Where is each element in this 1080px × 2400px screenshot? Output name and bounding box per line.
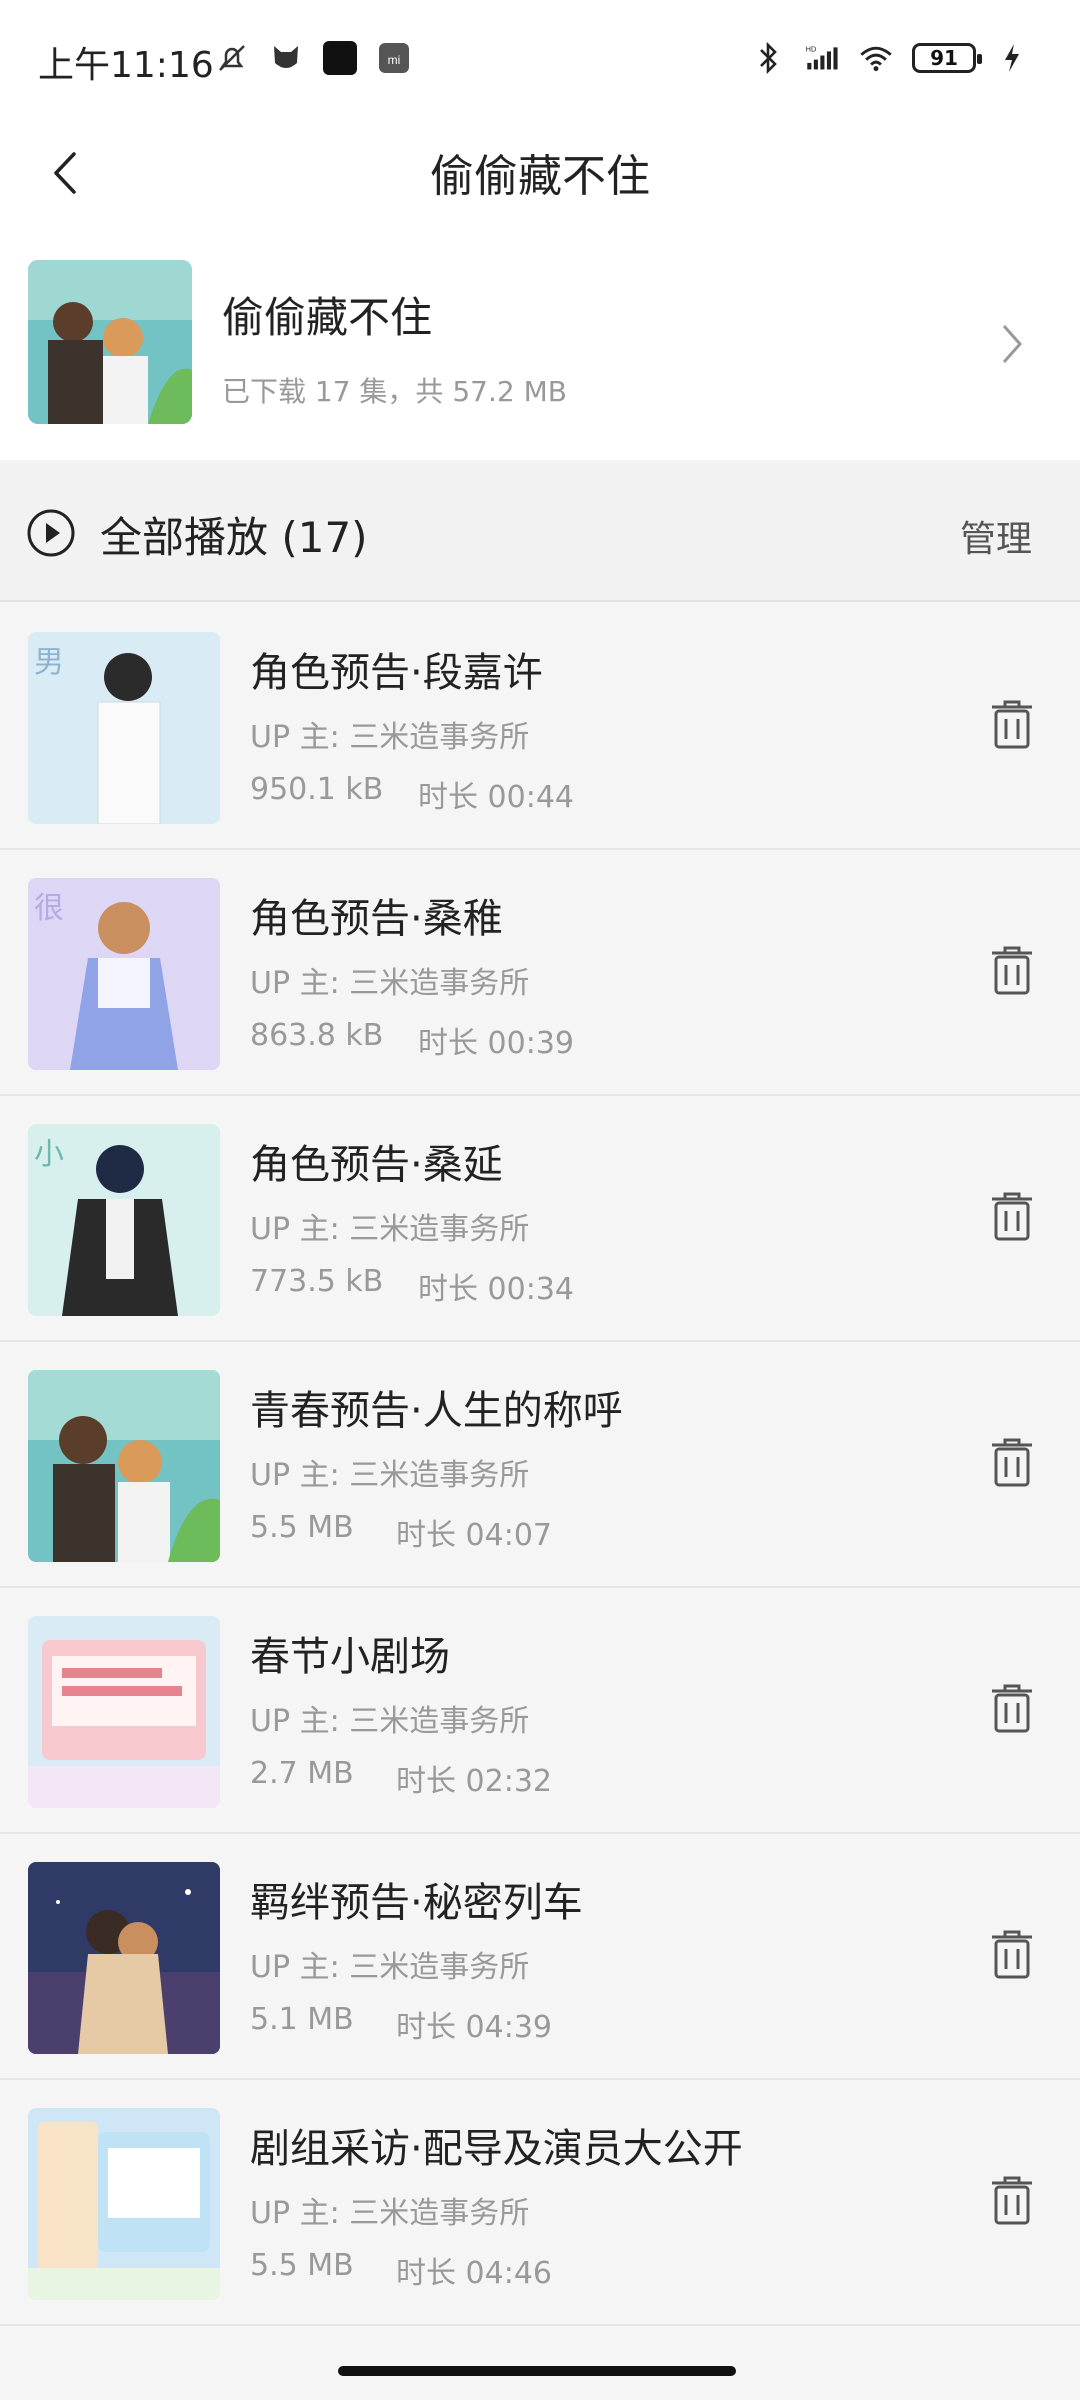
signal-icon: HD xyxy=(804,40,840,76)
episode-uploader: UP 主: 三米造事务所 xyxy=(250,1950,530,1985)
status-icons-right: HD 91 xyxy=(750,40,1030,76)
episode-title: 角色预告·桑稚 xyxy=(250,896,503,942)
play-all-button[interactable]: 全部播放 (17) xyxy=(100,504,368,565)
trash-icon[interactable] xyxy=(982,1676,1042,1740)
episode-uploader: UP 主: 三米造事务所 xyxy=(250,966,530,1001)
trash-icon[interactable] xyxy=(982,1430,1042,1494)
home-indicator[interactable] xyxy=(338,2366,736,2376)
episode-thumbnail: 男 xyxy=(28,632,220,824)
episode-size: 5.5 MB xyxy=(250,1510,354,1545)
status-bar: 上午11:16 mi HD 91 xyxy=(0,0,1080,120)
page-title: 偷偷藏不住 xyxy=(430,151,650,202)
episode-title: 羁绊预告·秘密列车 xyxy=(250,1880,583,1926)
episode-size: 863.8 kB xyxy=(250,1018,384,1053)
album-card[interactable]: 偷偷藏不住 已下载 17 集，共 57.2 MB xyxy=(0,230,1080,460)
wifi-icon xyxy=(858,40,894,76)
episode-title: 剧组采访·配导及演员大公开 xyxy=(250,2126,743,2172)
cat-app-icon xyxy=(268,40,304,76)
trash-icon[interactable] xyxy=(982,1922,1042,1986)
svg-text:男: 男 xyxy=(34,645,64,680)
app-square-icon xyxy=(322,40,358,76)
svg-text:小: 小 xyxy=(34,1137,64,1172)
battery-level: 91 xyxy=(930,46,958,70)
album-title: 偷偷藏不住 xyxy=(222,293,433,342)
status-time: 上午11:16 xyxy=(38,45,214,86)
episode-uploader: UP 主: 三米造事务所 xyxy=(250,2196,530,2231)
episode-size: 773.5 kB xyxy=(250,1264,384,1299)
chevron-right-icon xyxy=(992,314,1032,374)
episode-uploader: UP 主: 三米造事务所 xyxy=(250,1458,530,1493)
episode-duration: 时长 04:46 xyxy=(396,2256,552,2291)
trash-icon[interactable] xyxy=(982,692,1042,756)
episode-thumbnail: 小 xyxy=(28,1124,220,1316)
episode-title: 春节小剧场 xyxy=(250,1634,450,1680)
episode-list: 男 角色预告·段嘉许 UP 主: 三米造事务所 950.1 kB 时长 00:4… xyxy=(0,604,1080,2326)
status-icons-left: mi xyxy=(214,40,412,76)
episode-duration: 时长 00:44 xyxy=(418,780,574,815)
episode-duration: 时长 04:39 xyxy=(396,2010,552,2045)
episode-size: 2.7 MB xyxy=(250,1756,354,1791)
album-cover xyxy=(28,260,192,424)
charging-icon xyxy=(994,40,1030,76)
episode-item[interactable]: 很 角色预告·桑稚 UP 主: 三米造事务所 863.8 kB 时长 00:39 xyxy=(0,850,1080,1096)
episode-item[interactable]: 小 角色预告·桑延 UP 主: 三米造事务所 773.5 kB 时长 00:34 xyxy=(0,1096,1080,1342)
episode-uploader: UP 主: 三米造事务所 xyxy=(250,1704,530,1739)
trash-icon[interactable] xyxy=(982,1184,1042,1248)
trash-icon[interactable] xyxy=(982,2168,1042,2232)
play-all-row: 全部播放 (17) 管理 xyxy=(0,462,1080,602)
manage-button[interactable]: 管理 xyxy=(960,510,1032,562)
episode-size: 5.1 MB xyxy=(250,2002,354,2037)
episode-title: 青春预告·人生的称呼 xyxy=(250,1388,623,1434)
svg-text:HD: HD xyxy=(806,44,817,53)
episode-duration: 时长 00:39 xyxy=(418,1026,574,1061)
episode-uploader: UP 主: 三米造事务所 xyxy=(250,720,530,755)
episode-duration: 时长 04:07 xyxy=(396,1518,552,1553)
episode-title: 角色预告·段嘉许 xyxy=(250,650,543,696)
mute-bell-icon xyxy=(214,40,250,76)
play-circle-icon[interactable] xyxy=(26,508,76,558)
episode-thumbnail xyxy=(28,2108,220,2300)
trash-icon[interactable] xyxy=(982,938,1042,1002)
episode-size: 950.1 kB xyxy=(250,772,384,807)
episode-item[interactable]: 青春预告·人生的称呼 UP 主: 三米造事务所 5.5 MB 时长 04:07 xyxy=(0,1342,1080,1588)
episode-thumbnail xyxy=(28,1862,220,2054)
mi-app-icon: mi xyxy=(376,40,412,76)
episode-size: 5.5 MB xyxy=(250,2248,354,2283)
episode-item[interactable]: 剧组采访·配导及演员大公开 UP 主: 三米造事务所 5.5 MB 时长 04:… xyxy=(0,2080,1080,2326)
bluetooth-icon xyxy=(750,40,786,76)
episode-duration: 时长 02:32 xyxy=(396,1764,552,1799)
episode-title: 角色预告·桑延 xyxy=(250,1142,503,1188)
episode-item[interactable]: 羁绊预告·秘密列车 UP 主: 三米造事务所 5.1 MB 时长 04:39 xyxy=(0,1834,1080,2080)
episode-thumbnail xyxy=(28,1370,220,1562)
episode-thumbnail xyxy=(28,1616,220,1808)
battery-indicator: 91 xyxy=(912,43,982,73)
album-subtitle: 已下载 17 集，共 57.2 MB xyxy=(222,375,567,408)
episode-item[interactable]: 春节小剧场 UP 主: 三米造事务所 2.7 MB 时长 02:32 xyxy=(0,1588,1080,1834)
svg-text:mi: mi xyxy=(388,53,401,67)
episode-uploader: UP 主: 三米造事务所 xyxy=(250,1212,530,1247)
episode-item[interactable]: 男 角色预告·段嘉许 UP 主: 三米造事务所 950.1 kB 时长 00:4… xyxy=(0,604,1080,850)
episode-thumbnail: 很 xyxy=(28,878,220,1070)
svg-text:很: 很 xyxy=(34,891,64,926)
episode-duration: 时长 00:34 xyxy=(418,1272,574,1307)
